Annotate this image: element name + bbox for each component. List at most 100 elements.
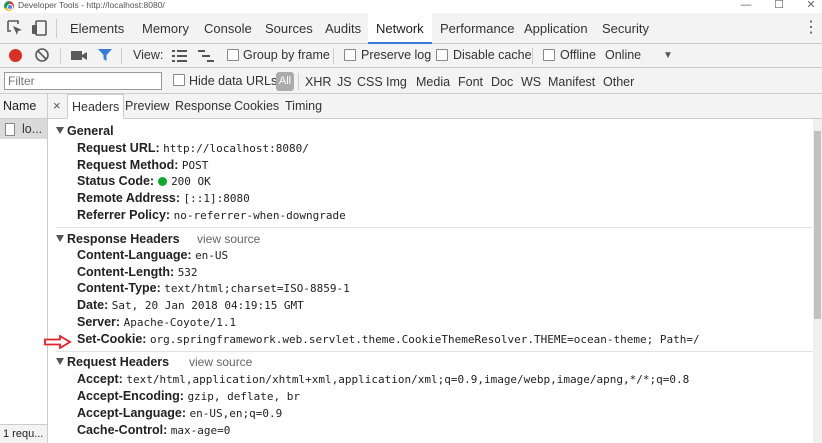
header-key: Date: xyxy=(77,298,109,313)
header-row: Status Code: 200 OK xyxy=(77,173,211,191)
filter-type-manifest[interactable]: Manifest xyxy=(548,75,595,90)
header-value: en-US xyxy=(195,249,229,262)
header-key: Content-Length: xyxy=(77,264,175,279)
section-title: Request Headers xyxy=(67,355,170,369)
device-toolbar-icon[interactable] xyxy=(30,19,50,37)
header-value: org.springframework.web.servlet.theme.Co… xyxy=(149,332,700,346)
requests-status: 1 requ... xyxy=(0,424,48,443)
throttling-select[interactable]: Online xyxy=(605,48,641,63)
toolbar-divider xyxy=(121,48,122,64)
header-row: Cache-Control: max-age=0 xyxy=(77,422,230,440)
tab-elements[interactable]: Elements xyxy=(62,13,132,44)
group-by-frame-label: Group by frame xyxy=(243,48,330,62)
more-options-icon[interactable]: ⋮ xyxy=(803,19,819,37)
header-value: 532 xyxy=(177,265,198,279)
devtools-main-toolbar: Elements Memory Console Sources Audits Networ… xyxy=(0,13,822,44)
tab-security[interactable]: Security xyxy=(594,13,657,44)
detail-tab-response[interactable]: Response xyxy=(171,94,235,119)
document-icon xyxy=(5,123,15,136)
header-row: Date: Sat, 20 Jan 2018 04:19:15 GMT xyxy=(77,297,304,315)
header-value: POST xyxy=(181,158,209,172)
header-row: Server: Apache-Coyote/1.1 xyxy=(77,314,236,332)
filter-type-doc[interactable]: Doc xyxy=(491,75,513,90)
filter-funnel-icon[interactable] xyxy=(97,48,113,66)
filter-type-font[interactable]: Font xyxy=(458,75,483,90)
tab-application[interactable]: Application xyxy=(516,13,596,44)
filter-type-css[interactable]: CSS xyxy=(357,75,383,90)
filter-type-media[interactable]: Media xyxy=(416,75,450,90)
filter-input[interactable] xyxy=(4,72,162,90)
tab-audits[interactable]: Audits xyxy=(317,13,369,44)
group-by-frame-checkbox[interactable] xyxy=(227,49,239,61)
response-view-source-link[interactable]: view source xyxy=(197,231,260,247)
toolbar-divider xyxy=(56,19,57,38)
header-key: Cache-Control: xyxy=(77,423,168,437)
offline-checkbox[interactable] xyxy=(543,49,555,61)
record-button[interactable] xyxy=(9,49,22,62)
header-key: Request Method: xyxy=(77,157,179,172)
hide-data-urls-checkbox[interactable] xyxy=(173,74,185,86)
waterfall-overview-icon[interactable] xyxy=(198,50,214,65)
header-row: Content-Language: en-US xyxy=(77,247,228,265)
header-value: gzip, deflate, br xyxy=(187,390,301,403)
header-row: Referrer Policy: no-referrer-when-downgr… xyxy=(77,207,346,225)
screenshot-camera-icon[interactable] xyxy=(70,49,88,65)
window-title: Developer Tools - http://localhost:8080/ xyxy=(18,0,165,10)
window-title-bar: Developer Tools - http://localhost:8080/… xyxy=(0,0,822,13)
header-row: Request Method: POST xyxy=(77,157,208,175)
detail-tab-preview[interactable]: Preview xyxy=(121,94,173,119)
header-row: Request URL: http://localhost:8080/ xyxy=(77,140,309,158)
filter-type-xhr[interactable]: XHR xyxy=(305,75,331,90)
tab-performance[interactable]: Performance xyxy=(432,13,522,44)
name-column-header[interactable]: Name xyxy=(0,94,48,119)
filter-type-img[interactable]: Img xyxy=(386,75,407,90)
response-headers-section-header[interactable]: Response Headers xyxy=(56,231,180,247)
header-value: Sat, 20 Jan 2018 04:19:15 GMT xyxy=(111,299,304,313)
view-label: View: xyxy=(133,48,164,62)
tab-memory[interactable]: Memory xyxy=(134,13,197,44)
detail-tab-headers[interactable]: Headers xyxy=(67,94,125,119)
header-value: [::1]:8080 xyxy=(183,192,250,206)
tab-console[interactable]: Console xyxy=(196,13,260,44)
close-window-button[interactable]: ✕ xyxy=(803,0,819,12)
disable-cache-checkbox[interactable] xyxy=(436,49,448,61)
header-value: no-referrer-when-downgrade xyxy=(173,208,346,222)
expand-triangle-icon xyxy=(56,358,64,365)
header-key: Accept-Language: xyxy=(77,406,187,420)
header-row: Remote Address: [::1]:8080 xyxy=(77,190,250,208)
tab-network[interactable]: Network xyxy=(368,13,432,44)
throttling-dropdown-arrow-icon[interactable]: ▼ xyxy=(663,48,673,63)
inspect-element-icon[interactable] xyxy=(6,19,26,37)
header-key: Request URL: xyxy=(77,141,160,155)
close-detail-icon[interactable]: × xyxy=(53,97,65,115)
preserve-log-checkbox[interactable] xyxy=(344,49,356,61)
filter-type-all[interactable]: All xyxy=(276,72,294,91)
toolbar-divider xyxy=(298,73,299,90)
detail-tab-timing[interactable]: Timing xyxy=(281,94,326,119)
section-title: Response Headers xyxy=(67,232,180,246)
header-row: Set-Cookie: org.springframework.web.serv… xyxy=(77,331,700,349)
header-key: Content-Type: xyxy=(77,281,161,296)
section-divider xyxy=(56,227,813,228)
large-rows-icon[interactable] xyxy=(172,50,187,65)
maximize-button[interactable]: ☐ xyxy=(771,0,787,12)
tab-sources[interactable]: Sources xyxy=(257,13,321,44)
hide-data-urls-label: Hide data URLs xyxy=(189,74,278,88)
minimize-button[interactable]: — xyxy=(738,0,754,12)
header-row: Accept: text/html,application/xhtml+xml,… xyxy=(77,371,689,389)
detail-tab-cookies[interactable]: Cookies xyxy=(230,94,283,119)
header-key: Accept: xyxy=(77,372,123,386)
header-key: Server: xyxy=(77,314,121,329)
filter-type-other[interactable]: Other xyxy=(603,75,634,90)
clear-icon[interactable] xyxy=(34,47,50,66)
filter-type-js[interactable]: JS xyxy=(337,75,352,90)
request-headers-section-header[interactable]: Request Headers xyxy=(56,354,169,370)
section-divider xyxy=(56,351,813,352)
general-section-header[interactable]: General xyxy=(56,123,114,139)
filter-type-ws[interactable]: WS xyxy=(521,75,541,90)
header-row: Accept-Language: en-US,en;q=0.9 xyxy=(77,405,282,423)
header-key: Accept-Encoding: xyxy=(77,389,184,403)
scrollbar-thumb[interactable] xyxy=(814,131,821,319)
header-value: http://localhost:8080/ xyxy=(163,142,309,155)
request-view-source-link[interactable]: view source xyxy=(189,354,252,370)
